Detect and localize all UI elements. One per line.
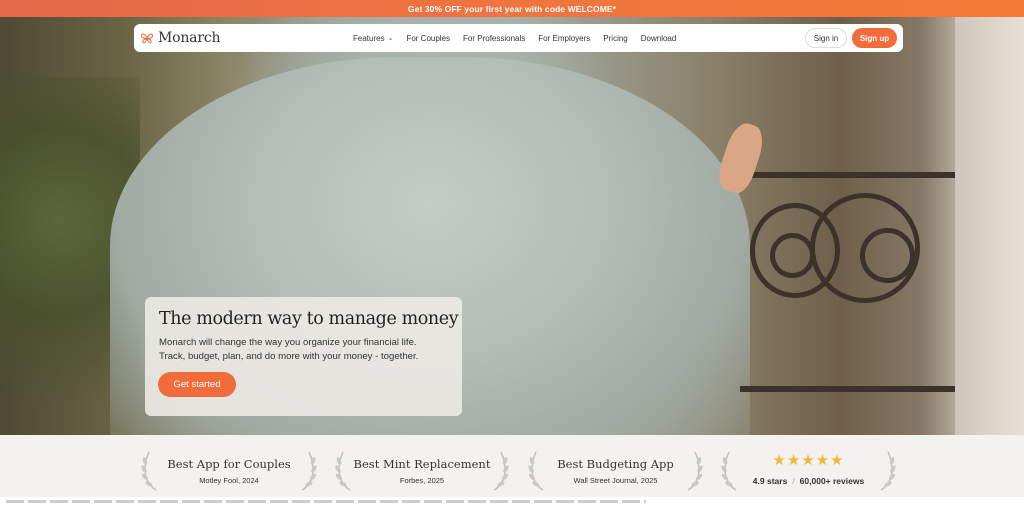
nav-for-professionals[interactable]: For Professionals: [463, 34, 525, 43]
award-source: Forbes, 2025: [399, 476, 445, 485]
chevron-down-icon: ⌄: [387, 35, 394, 42]
nav-pricing[interactable]: Pricing: [603, 34, 627, 43]
hero-pillar: [955, 17, 1024, 435]
hero-railing: [740, 172, 955, 392]
award-title: Best Mint Replacement: [353, 457, 491, 471]
hero-subtitle-line-1: Monarch will change the way you organize…: [159, 337, 417, 348]
sign-in-button[interactable]: Sign in: [805, 28, 847, 48]
awards-strip: Best App for Couples Motley Fool, 2024 B…: [0, 435, 1024, 497]
award-source: Motley Fool, 2024: [199, 476, 259, 485]
award-source: Wall Street Journal, 2025: [573, 476, 658, 485]
sign-up-button[interactable]: Sign up: [852, 28, 897, 48]
logo-wordmark: Monarch: [158, 30, 221, 46]
nav-pricing-label: Pricing: [603, 33, 628, 43]
award-title: Best Budgeting App: [557, 457, 674, 471]
rating-separator: /: [792, 476, 795, 486]
nav-download[interactable]: Download: [641, 34, 677, 43]
cut-off-text: [6, 500, 646, 503]
rating-reviews: 60,000+ reviews: [799, 476, 865, 486]
hero-subtitle-line-2: Track, budget, plan, and do more with yo…: [159, 351, 419, 362]
nav-for-couples[interactable]: For Couples: [406, 34, 450, 43]
award-best-budgeting-app: Best Budgeting App Wall Street Journal, …: [527, 435, 704, 497]
award-best-app-couples: Best App for Couples Motley Fool, 2024: [140, 435, 318, 497]
get-started-button[interactable]: Get started: [158, 372, 236, 397]
hero-title: The modern way to manage money: [159, 309, 459, 329]
below-fold-content: [0, 497, 1024, 505]
rating-badge: ★★★★★ 4.9 stars / 60,000+ reviews: [720, 435, 897, 497]
nav-features-label: Features: [353, 33, 385, 43]
butterfly-icon: [140, 33, 154, 44]
top-navigation: Monarch Features ⌄ For Couples For Profe…: [134, 24, 903, 52]
logo[interactable]: Monarch: [140, 30, 220, 46]
nav-for-couples-label: For Couples: [406, 33, 451, 43]
award-best-mint-replacement: Best Mint Replacement Forbes, 2025: [334, 435, 510, 497]
nav-links: Features ⌄ For Couples For Professionals…: [353, 24, 689, 52]
nav-download-label: Download: [640, 33, 677, 43]
star-icon: ★★★★★: [772, 452, 845, 469]
nav-features[interactable]: Features ⌄: [353, 34, 393, 43]
hero-card: The modern way to manage money Monarch w…: [145, 297, 462, 416]
rating-score: 4.9 stars: [752, 476, 788, 486]
nav-for-professionals-label: For Professionals: [463, 33, 526, 43]
promo-banner[interactable]: Get 30% OFF your first year with code WE…: [0, 0, 1024, 17]
promo-text: Get 30% OFF your first year with code WE…: [407, 3, 617, 14]
award-title: Best App for Couples: [167, 457, 291, 471]
nav-for-employers-label: For Employers: [538, 33, 591, 43]
nav-for-employers[interactable]: For Employers: [538, 34, 590, 43]
hero-subtitle: Monarch will change the way you organize…: [159, 336, 448, 364]
rating-text: 4.9 stars / 60,000+ reviews: [720, 476, 897, 486]
